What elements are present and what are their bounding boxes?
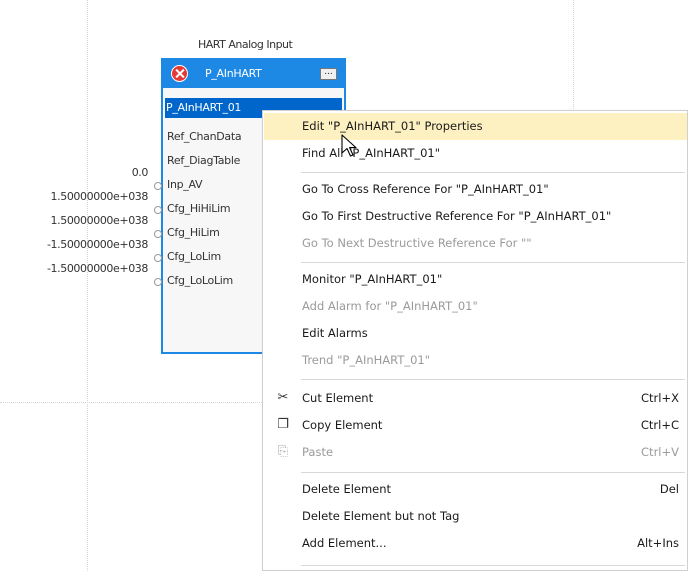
input-value-cfg-lololim[interactable]: -1.50000000e+038 xyxy=(47,262,148,275)
copy-icon: ❐ xyxy=(277,417,289,432)
pin-ref-chandata[interactable]: Ref_ChanData xyxy=(167,130,242,143)
pin-inp-av[interactable]: Inp_AV xyxy=(167,178,203,191)
menu-item-paste[interactable]: ⎘ Paste Ctrl+V xyxy=(264,439,687,466)
menu-item-add-element[interactable]: Add Element... Alt+Ins xyxy=(264,530,687,557)
menu-item-label: Cut Element xyxy=(302,391,374,405)
menu-item-shortcut: Ctrl+V xyxy=(641,445,679,459)
menu-item-label: Trend "P_AInHART_01" xyxy=(302,353,431,367)
menu-item-edit-properties[interactable]: Edit "P_AInHART_01" Properties xyxy=(264,113,687,140)
menu-item-shortcut: Del xyxy=(659,482,679,496)
menu-item-cross-reference[interactable]: Go To Cross Reference For "P_AInHART_01" xyxy=(264,176,687,203)
pin-ref-diagtable[interactable]: Ref_DiagTable xyxy=(167,154,240,167)
menu-item-label: Add Alarm for "P_AInHART_01" xyxy=(302,299,478,313)
menu-item-shortcut: Ctrl+X xyxy=(641,391,679,405)
pin-cfg-hihilim[interactable]: Cfg_HiHiLim xyxy=(167,202,231,215)
input-value-cfg-hilim[interactable]: 1.50000000e+038 xyxy=(51,214,149,227)
menu-separator xyxy=(301,565,685,566)
more-options-button[interactable]: ... xyxy=(320,68,337,80)
input-value-cfg-hihilim[interactable]: 1.50000000e+038 xyxy=(51,190,149,203)
pin-connector-circle[interactable] xyxy=(154,230,162,238)
menu-item-shortcut: Ctrl+C xyxy=(640,418,679,432)
input-value-cfg-lolim[interactable]: -1.50000000e+038 xyxy=(47,238,148,251)
menu-item-next-destructive-reference[interactable]: Go To Next Destructive Reference For "" xyxy=(264,230,687,257)
pin-connector-circle[interactable] xyxy=(154,182,162,190)
pin-connector-circle[interactable] xyxy=(154,278,162,286)
menu-item-monitor[interactable]: Monitor "P_AInHART_01" xyxy=(264,266,687,293)
menu-item-label: Delete Element xyxy=(302,482,392,496)
menu-item-label: Edit Alarms xyxy=(302,326,368,340)
menu-item-trend[interactable]: Trend "P_AInHART_01" xyxy=(264,347,687,374)
paste-clipboard-icon: ⎘ xyxy=(277,444,289,459)
grid-line xyxy=(87,0,88,571)
menu-item-label: Go To Cross Reference For "P_AInHART_01" xyxy=(302,182,549,196)
menu-item-edit-alarms[interactable]: Edit Alarms xyxy=(264,320,687,347)
menu-item-label: Find All "P_AInHART_01" xyxy=(302,146,441,160)
pin-cfg-hilim[interactable]: Cfg_HiLim xyxy=(167,226,220,239)
pin-connector-circle[interactable] xyxy=(154,206,162,214)
menu-item-shortcut: Alt+Ins xyxy=(637,536,679,550)
scissors-icon: ✂ xyxy=(277,390,289,405)
mouse-pointer-icon xyxy=(341,134,357,157)
menu-item-first-destructive-reference[interactable]: Go To First Destructive Reference For "P… xyxy=(264,203,687,230)
block-header[interactable]: P_AInHART ... xyxy=(163,60,344,88)
menu-item-label: Paste xyxy=(302,445,334,459)
pin-cfg-lololim[interactable]: Cfg_LoLoLim xyxy=(167,274,233,287)
menu-item-label: Copy Element xyxy=(302,418,383,432)
menu-item-delete-element[interactable]: Delete Element Del xyxy=(264,476,687,503)
menu-separator xyxy=(301,472,685,473)
input-value-inp-av[interactable]: 0.0 xyxy=(132,166,149,179)
pin-connector-circle[interactable] xyxy=(154,254,162,262)
menu-item-copy-element[interactable]: ❐ Copy Element Ctrl+C xyxy=(264,412,687,439)
menu-item-label: Monitor "P_AInHART_01" xyxy=(302,272,443,286)
block-type-title: HART Analog Input xyxy=(198,38,293,51)
menu-item-delete-element-keep-tag[interactable]: Delete Element but not Tag xyxy=(264,503,687,530)
block-instruction-name: P_AInHART xyxy=(205,67,262,80)
pin-cfg-lolim[interactable]: Cfg_LoLim xyxy=(167,250,221,263)
menu-separator xyxy=(301,262,685,263)
menu-item-label: Go To Next Destructive Reference For "" xyxy=(302,236,532,250)
context-menu: Edit "P_AInHART_01" Properties Find All … xyxy=(262,110,688,571)
menu-item-find-all[interactable]: Find All "P_AInHART_01" xyxy=(264,140,687,167)
menu-item-add-alarm[interactable]: Add Alarm for "P_AInHART_01" xyxy=(264,293,687,320)
menu-item-label: Delete Element but not Tag xyxy=(302,509,460,523)
menu-separator xyxy=(301,172,685,173)
menu-item-cut-element[interactable]: ✂ Cut Element Ctrl+X xyxy=(264,385,687,412)
menu-separator xyxy=(301,379,685,380)
menu-item-label: Add Element... xyxy=(302,536,387,550)
menu-item-label: Go To First Destructive Reference For "P… xyxy=(302,209,612,223)
error-x-icon xyxy=(171,65,188,82)
menu-item-label: Edit "P_AInHART_01" Properties xyxy=(302,119,483,133)
